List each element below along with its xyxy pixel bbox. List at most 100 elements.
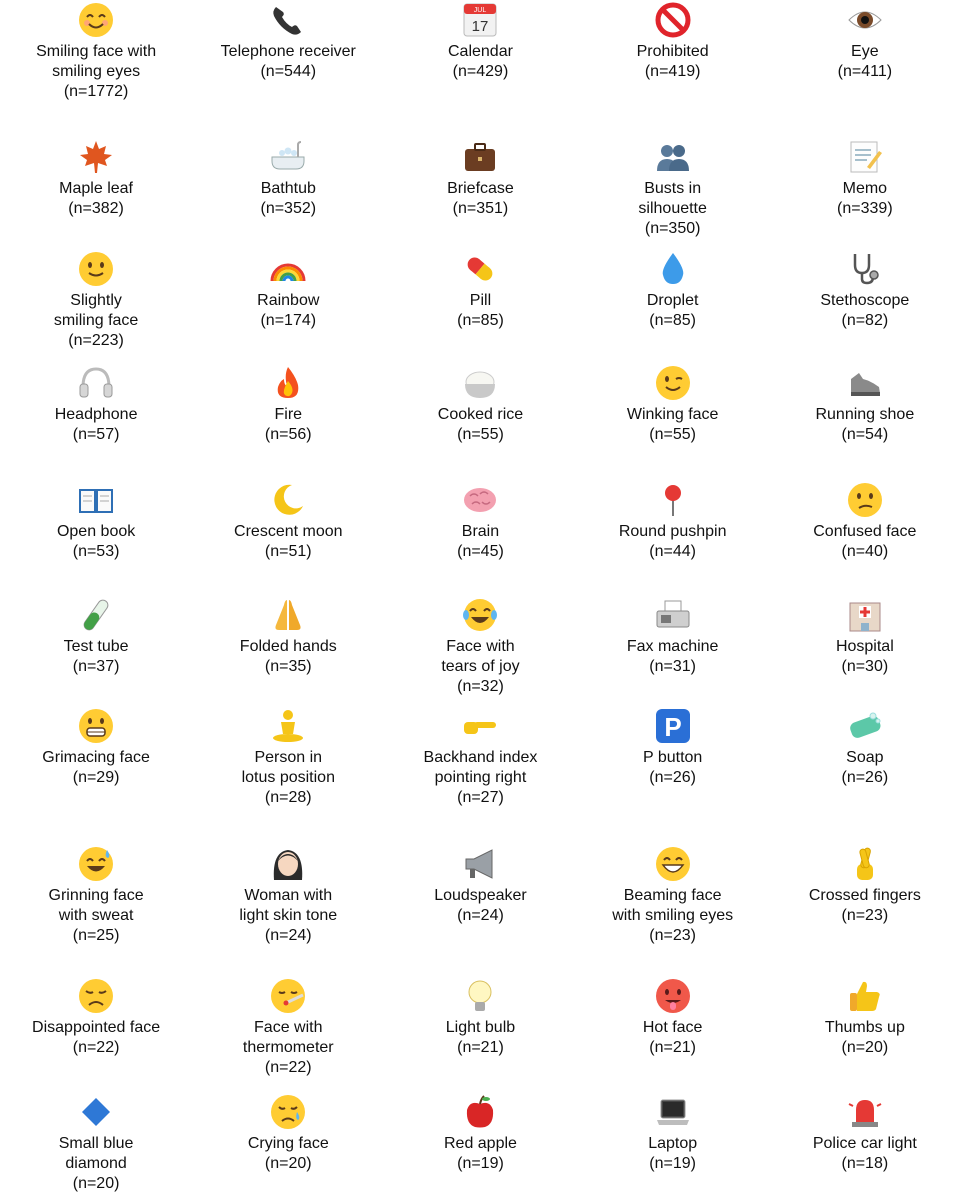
- briefcase-icon: [460, 137, 500, 177]
- emoji-name: Hospital: [835, 638, 894, 655]
- emoji-cell: Prohibited (n=419): [577, 0, 769, 137]
- emoji-count: (n=352): [260, 200, 317, 217]
- emoji-cell: Running shoe (n=54): [769, 363, 961, 480]
- emoji-cell: Confused face (n=40): [769, 480, 961, 595]
- stethoscope-icon: [845, 249, 885, 289]
- emoji-count: (n=30): [841, 658, 889, 675]
- fax-machine-icon: [653, 595, 693, 635]
- emoji-count: (n=85): [457, 312, 504, 329]
- emoji-count: (n=23): [841, 907, 889, 924]
- emoji-count: (n=21): [457, 1039, 504, 1056]
- emoji-name: Soap: [846, 749, 884, 766]
- hot-face-icon: [653, 976, 693, 1016]
- emoji-name: Small blue diamond: [58, 1135, 134, 1172]
- smiling-face-with-smiling-eyes-icon: [76, 0, 116, 40]
- emoji-name: Crescent moon: [234, 523, 343, 540]
- emoji-count: (n=544): [260, 63, 317, 80]
- emoji-count: (n=339): [837, 200, 893, 217]
- emoji-count: (n=19): [457, 1155, 504, 1172]
- emoji-count: (n=32): [457, 678, 504, 695]
- emoji-cell: Maple leaf (n=382): [0, 137, 192, 249]
- loudspeaker-icon: [460, 844, 500, 884]
- small-blue-diamond-icon: [76, 1092, 116, 1132]
- emoji-count: (n=22): [264, 1059, 312, 1076]
- person-in-lotus-position-icon: [268, 706, 308, 746]
- face-with-tears-of-joy-icon: [460, 595, 500, 635]
- emoji-name: Fax machine: [626, 638, 719, 655]
- emoji-cell: Hospital (n=30): [769, 595, 961, 706]
- emoji-name: Beaming face with smiling eyes: [612, 887, 734, 924]
- emoji-count: (n=429): [452, 63, 509, 80]
- emoji-cell: Hot face (n=21): [577, 976, 769, 1092]
- crossed-fingers-icon: [845, 844, 885, 884]
- woman-light-skin-tone-icon: [268, 844, 308, 884]
- emoji-count: (n=18): [841, 1155, 889, 1172]
- droplet-icon: [653, 249, 693, 289]
- emoji-count: (n=23): [649, 927, 696, 944]
- emoji-name: Disappointed face: [32, 1019, 161, 1036]
- emoji-cell: Droplet (n=85): [577, 249, 769, 363]
- emoji-name: Cooked rice: [437, 406, 524, 423]
- emoji-cell: Small blue diamond (n=20): [0, 1092, 192, 1200]
- emoji-cell: Stethoscope (n=82): [769, 249, 961, 363]
- eye-icon: [845, 0, 885, 40]
- emoji-cell: Round pushpin (n=44): [577, 480, 769, 595]
- emoji-name: Round pushpin: [618, 523, 727, 540]
- slightly-smiling-face-icon: [76, 249, 116, 289]
- emoji-name: Loudspeaker: [434, 887, 527, 904]
- emoji-count: (n=382): [68, 200, 124, 217]
- emoji-name: Face with thermometer: [242, 1019, 334, 1056]
- winking-face-icon: [653, 363, 693, 403]
- emoji-cell: Police car light (n=18): [769, 1092, 961, 1200]
- emoji-cell: Folded hands (n=35): [192, 595, 384, 706]
- emoji-cell: JUL 17 Calendar (n=429): [384, 0, 576, 137]
- emoji-cell: Memo (n=339): [769, 137, 961, 249]
- emoji-cell: Crescent moon (n=51): [192, 480, 384, 595]
- emoji-count: (n=31): [649, 658, 696, 675]
- emoji-count: (n=82): [841, 312, 889, 329]
- brain-icon: [460, 480, 500, 520]
- emoji-name: Pill: [469, 292, 492, 309]
- emoji-name: Memo: [842, 180, 888, 197]
- emoji-cell: Person in lotus position (n=28): [192, 706, 384, 844]
- emoji-count: (n=19): [649, 1155, 696, 1172]
- emoji-count: (n=22): [72, 1039, 120, 1056]
- p-button-icon: P: [653, 706, 693, 746]
- calendar-icon: JUL 17: [460, 0, 500, 40]
- emoji-cell: Open book (n=53): [0, 480, 192, 595]
- emoji-name: Grinning face with sweat: [48, 887, 144, 924]
- emoji-count: (n=44): [649, 543, 696, 560]
- p-button-text: P: [664, 712, 681, 742]
- emoji-cell: Backhand index pointing right (n=27): [384, 706, 576, 844]
- emoji-name: Brain: [461, 523, 500, 540]
- emoji-name: Fire: [274, 406, 303, 423]
- emoji-name: Thumbs up: [824, 1019, 905, 1036]
- emoji-cell: Crossed fingers (n=23): [769, 844, 961, 976]
- emoji-cell: Disappointed face (n=22): [0, 976, 192, 1092]
- emoji-name: Woman with light skin tone: [239, 887, 338, 924]
- confused-face-icon: [845, 480, 885, 520]
- memo-icon: [845, 137, 885, 177]
- emoji-cell: Thumbs up (n=20): [769, 976, 961, 1092]
- emoji-name: Bathtub: [260, 180, 316, 197]
- emoji-count: (n=20): [72, 1175, 120, 1192]
- emoji-name: Maple leaf: [59, 180, 133, 197]
- emoji-name: Busts in silhouette: [638, 180, 707, 217]
- emoji-count: (n=51): [264, 543, 312, 560]
- emoji-count: (n=1772): [63, 83, 129, 100]
- emoji-name: Backhand index pointing right: [423, 749, 538, 786]
- emoji-cell: Fax machine (n=31): [577, 595, 769, 706]
- emoji-cell: Slightly smiling face (n=223): [0, 249, 192, 363]
- rainbow-icon: [268, 249, 308, 289]
- emoji-cell: Eye (n=411): [769, 0, 961, 137]
- emoji-name: Stethoscope: [820, 292, 910, 309]
- emoji-count: (n=411): [837, 63, 893, 80]
- emoji-name: Red apple: [443, 1135, 517, 1152]
- emoji-name: Smiling face with smiling eyes: [36, 43, 157, 80]
- crescent-moon-icon: [268, 480, 308, 520]
- emoji-cell: Face with tears of joy (n=32): [384, 595, 576, 706]
- hospital-icon: [845, 595, 885, 635]
- emoji-count: (n=28): [264, 789, 312, 806]
- emoji-cell: Face with thermometer (n=22): [192, 976, 384, 1092]
- emoji-count: (n=56): [264, 426, 312, 443]
